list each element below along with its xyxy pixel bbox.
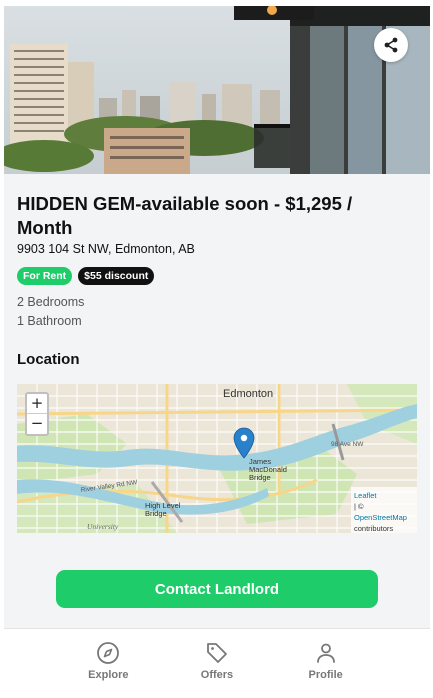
leaflet-link[interactable]: Leaflet xyxy=(354,490,414,501)
map-attribution: Leaflet | © OpenStreetMap contributors xyxy=(351,487,417,533)
nav-offers[interactable]: Offers xyxy=(182,629,252,698)
zoom-in-button[interactable]: + xyxy=(27,394,47,414)
bathrooms-text: 1 Bathroom xyxy=(17,314,82,328)
discount-badge: $55 discount xyxy=(78,267,155,285)
map-label-road-3: University xyxy=(87,522,119,531)
osm-link[interactable]: OpenStreetMap xyxy=(354,512,414,523)
zoom-out-button[interactable]: − xyxy=(27,414,47,434)
tag-icon xyxy=(207,643,227,663)
nav-explore[interactable]: Explore xyxy=(73,629,143,698)
nav-profile[interactable]: Profile xyxy=(291,629,361,698)
map-label-road-2: 98 Ave NW xyxy=(331,441,364,448)
bottom-nav: Explore Offers Profile xyxy=(4,628,430,698)
badge-row: For Rent $55 discount xyxy=(17,267,155,285)
location-heading: Location xyxy=(17,351,80,368)
contact-landlord-button[interactable]: Contact Landlord xyxy=(56,570,378,608)
listing-screen: HIDDEN GEM-available soon - $1,295 / Mon… xyxy=(4,6,430,698)
location-map[interactable]: Edmonton James MacDonald Bridge High Level… xyxy=(17,384,417,533)
nav-profile-label: Profile xyxy=(308,669,343,681)
listing-title: HIDDEN GEM-available soon - $1,295 / Mon… xyxy=(17,193,353,238)
nav-offers-label: Offers xyxy=(200,669,234,681)
attribution-contributors: contributors xyxy=(354,524,394,533)
map-zoom-controls: + − xyxy=(25,392,49,436)
share-button[interactable] xyxy=(374,28,408,62)
listing-address: 9903 104 St NW, Edmonton, AB xyxy=(17,242,195,256)
bedrooms-text: 2 Bedrooms xyxy=(17,295,85,309)
listing-photo[interactable] xyxy=(4,6,430,174)
for-rent-badge: For Rent xyxy=(17,267,73,285)
share-icon xyxy=(384,37,398,53)
compass-icon xyxy=(97,642,120,664)
map-label-city: Edmonton xyxy=(223,388,273,400)
attribution-separator: | © xyxy=(354,502,364,511)
city-balcony-photo xyxy=(4,6,430,174)
nav-explore-label: Explore xyxy=(88,669,129,681)
person-icon xyxy=(316,643,335,663)
